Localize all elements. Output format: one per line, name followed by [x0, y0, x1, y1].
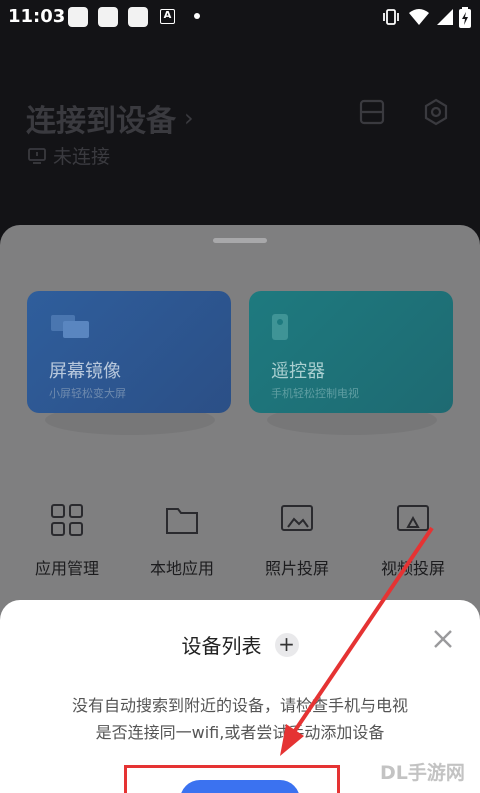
grid-item-app-management[interactable]: 应用管理 — [7, 503, 127, 593]
status-bar: 11:03 A — [0, 0, 480, 36]
connect-device-link[interactable]: 连接到设备 › — [26, 96, 194, 140]
screen-mirror-icon — [51, 315, 89, 338]
notification-icon — [128, 7, 148, 27]
dialog-message-line: 没有自动搜索到附近的设备，请检查手机与电视 — [71, 696, 408, 715]
wifi-icon — [409, 9, 429, 25]
notification-icon — [68, 7, 88, 27]
connection-status: 未连接 — [27, 142, 110, 169]
apps-grid-icon — [51, 504, 83, 536]
dialog-message: 没有自动搜索到附近的设备，请检查手机与电视 是否连接同一wifi,或者尝试手动添… — [40, 692, 440, 746]
grid-label: 视频投屏 — [380, 559, 445, 578]
watermark: DL手游网 — [380, 762, 465, 784]
card-title: 屏幕镜像 — [49, 361, 121, 382]
connection-status-text: 未连接 — [53, 146, 111, 168]
grid-label: 照片投屏 — [264, 559, 329, 578]
card-subtitle: 小屏轻松变大屏 — [49, 387, 126, 400]
close-icon[interactable] — [430, 626, 456, 652]
page-title: 连接到设备 — [26, 104, 176, 139]
status-time: 11:03 — [8, 6, 66, 27]
highlight-box — [124, 765, 340, 793]
signal-icon — [437, 9, 453, 25]
notification-a-icon: A — [160, 9, 175, 24]
grid-label: 本地应用 — [149, 559, 214, 578]
add-device-button[interactable]: + — [274, 632, 299, 657]
grid-item-photo-cast[interactable]: 照片投屏 — [237, 503, 357, 593]
dialog-title: 设备列表 — [181, 634, 262, 658]
settings-icon[interactable] — [422, 98, 450, 126]
video-cast-icon — [397, 505, 429, 531]
folder-icon — [166, 508, 198, 534]
dialog-header: 设备列表 + — [0, 630, 480, 659]
vibrate-icon — [383, 9, 399, 25]
tv-icon — [28, 147, 46, 164]
notification-icon — [98, 7, 118, 27]
grid-item-local-apps[interactable]: 本地应用 — [122, 503, 242, 593]
dialog-message-line: 是否连接同一wifi,或者尝试手动添加设备 — [95, 723, 385, 742]
grid-label: 应用管理 — [34, 559, 99, 578]
scan-icon[interactable] — [358, 98, 386, 126]
remote-control-card[interactable]: 遥控器 手机轻松控制电视 — [249, 291, 453, 413]
grid-item-video-cast[interactable]: 视频投屏 — [353, 503, 473, 593]
header: 连接到设备 › 未连接 — [0, 36, 480, 226]
card-title: 遥控器 — [271, 361, 325, 382]
battery-icon — [459, 7, 471, 28]
remote-icon — [272, 314, 288, 340]
photo-cast-icon — [281, 505, 313, 531]
notification-dot-icon — [194, 13, 200, 19]
drag-handle[interactable] — [213, 238, 267, 243]
card-subtitle: 手机轻松控制电视 — [271, 387, 359, 400]
screen-mirror-card[interactable]: 屏幕镜像 小屏轻松变大屏 — [27, 291, 231, 413]
chevron-right-icon: › — [184, 104, 194, 132]
